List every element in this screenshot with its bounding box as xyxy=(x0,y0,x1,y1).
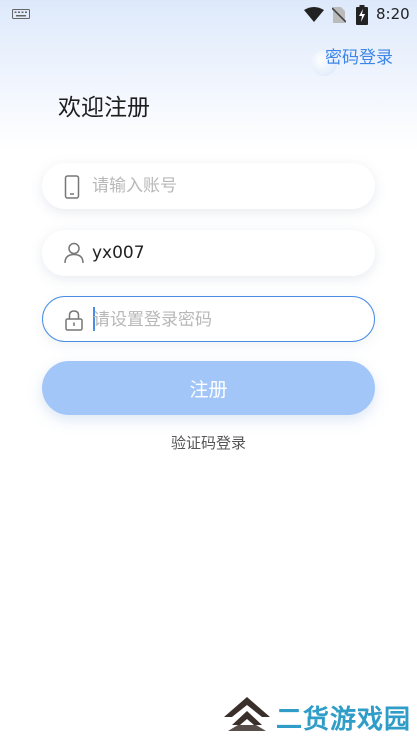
phone-icon xyxy=(64,175,80,199)
phone-input[interactable] xyxy=(92,163,362,209)
no-sim-icon xyxy=(332,7,346,23)
page-title: 欢迎注册 xyxy=(58,95,150,121)
watermark: 二货游戏园 xyxy=(224,697,417,737)
password-login-label: 密码登录 xyxy=(325,48,393,68)
phone-field[interactable] xyxy=(42,163,375,209)
lock-icon xyxy=(65,310,83,331)
watermark-logo-icon xyxy=(224,697,270,731)
battery-charging-icon xyxy=(356,5,368,25)
register-button[interactable]: 注册 xyxy=(42,361,375,415)
status-bar: 8:20 xyxy=(0,0,417,30)
status-time: 8:20 xyxy=(376,5,410,23)
username-field[interactable] xyxy=(42,230,375,276)
sms-login-link[interactable]: 验证码登录 xyxy=(0,432,417,453)
username-input[interactable] xyxy=(92,230,362,276)
password-input[interactable] xyxy=(93,297,363,343)
watermark-text: 二货游戏园 xyxy=(276,705,412,735)
password-field[interactable] xyxy=(42,296,375,343)
password-login-link[interactable]: 密码登录 xyxy=(305,42,405,76)
keyboard-icon xyxy=(12,9,30,19)
user-icon xyxy=(64,242,84,264)
wifi-icon xyxy=(304,7,324,22)
